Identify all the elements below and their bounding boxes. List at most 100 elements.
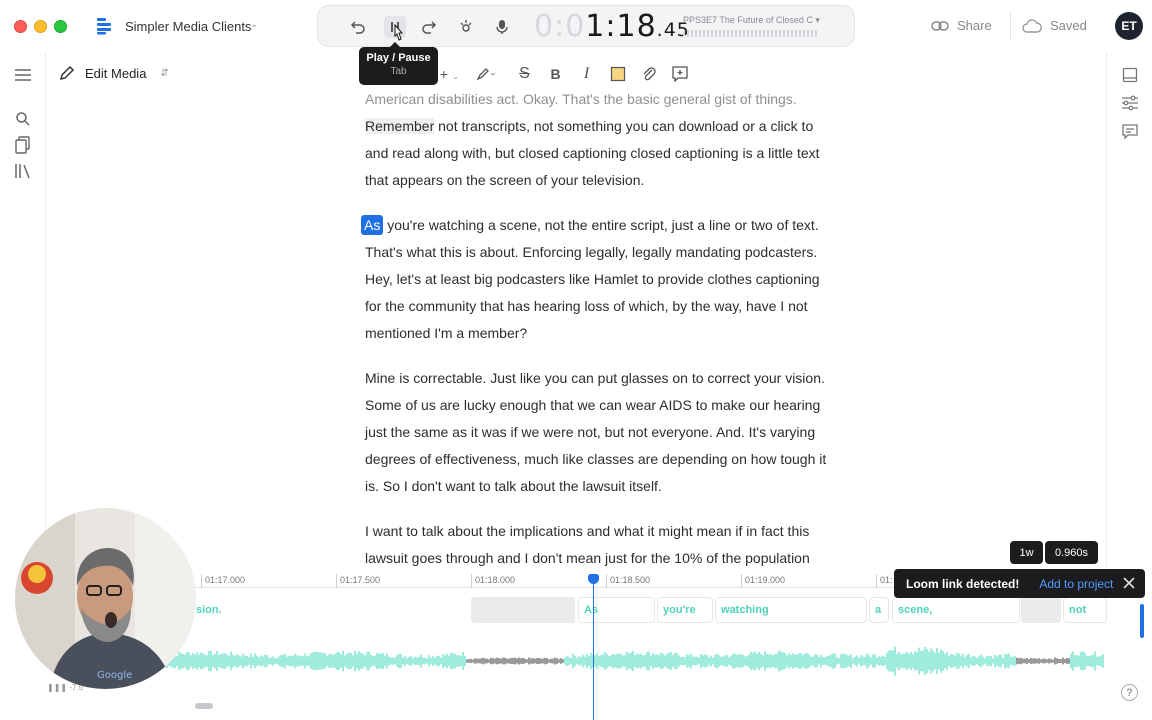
title-bar: Simpler Media Clients ⌄ 0:01:18.45 PPS3E… — [0, 0, 1152, 52]
toast-message: Loom link detected! — [906, 576, 1020, 591]
transcript-line: that appears on the screen of your telev… — [365, 172, 645, 188]
scrollbar-thumb[interactable] — [195, 703, 213, 709]
ruler-tick: 01:17.500 — [336, 574, 380, 588]
close-icon[interactable] — [1122, 576, 1136, 590]
descript-logo-icon — [97, 18, 111, 35]
divider — [1010, 12, 1011, 40]
transcript-line: I want to talk about the implications an… — [365, 523, 810, 539]
word-clip[interactable]: you're — [657, 597, 713, 623]
highlight-icon — [610, 66, 625, 82]
word-track[interactable]: sion. As you're watching a scene, not — [45, 597, 1107, 623]
word-gap-chip[interactable]: 1w — [1010, 541, 1043, 564]
insert-button[interactable]: + ⌄ — [434, 62, 465, 86]
help-button[interactable]: ? — [1121, 684, 1138, 701]
user-avatar[interactable]: ET — [1115, 12, 1143, 40]
project-files-button[interactable] — [12, 134, 34, 156]
transcript-line: mentioned I'm a member? — [365, 325, 528, 341]
duration-chip[interactable]: 0.960s — [1045, 541, 1098, 564]
minimize-window-button[interactable] — [34, 20, 47, 33]
word-clip[interactable]: watching — [715, 597, 867, 623]
microphone-icon — [496, 20, 508, 34]
pencil-icon — [59, 65, 75, 81]
caret-down-icon: ▾ — [815, 15, 820, 25]
add-to-project-button[interactable]: Add to project — [1039, 577, 1113, 591]
format-toolbar: + ⌄ S B I — [434, 62, 695, 86]
share-button[interactable]: Share — [931, 18, 992, 33]
transcript-line: Mine is correctable. Just like you can p… — [365, 370, 825, 386]
paragraph[interactable]: Mine is correctable. Just like you can p… — [365, 365, 835, 500]
italic-button[interactable]: I — [571, 62, 602, 86]
ruler-tick: 01:19.000 — [741, 574, 785, 588]
volume-icon: ❚❚❚ — [47, 683, 68, 692]
edit-media-label: Edit Media — [85, 65, 147, 81]
gap-clip[interactable] — [1021, 597, 1061, 623]
link-button[interactable] — [633, 62, 664, 86]
audio-waveform[interactable] — [165, 646, 1105, 676]
paragraph[interactable]: American disabilities act. Okay. That's … — [365, 86, 835, 194]
strikethrough-button[interactable]: S — [509, 62, 540, 86]
fast-forward-icon — [422, 21, 437, 34]
record-button[interactable] — [491, 16, 513, 38]
search-button[interactable] — [12, 108, 34, 130]
close-window-button[interactable] — [14, 20, 27, 33]
chevron-down-icon[interactable]: ⌄ — [250, 19, 258, 30]
edit-media-dropdown[interactable]: Edit Media ⇵ — [59, 65, 169, 81]
plus-icon: + ⌄ — [439, 66, 460, 82]
transcript-line: not transcripts, not something you can d… — [434, 118, 814, 134]
ruler-tick: 01:17.000 — [201, 574, 245, 588]
rewind-icon — [350, 21, 365, 34]
app-window: Simpler Media Clients ⌄ 0:01:18.45 PPS3E… — [0, 0, 1152, 720]
word-clip[interactable]: a — [869, 597, 889, 623]
loom-toast: Loom link detected! Add to project — [894, 569, 1145, 598]
effects-button[interactable] — [455, 16, 477, 38]
sliders-icon — [1122, 95, 1138, 111]
updown-chevron-icon: ⇵ — [160, 67, 169, 79]
adjustments-button[interactable] — [1119, 92, 1141, 114]
help-icon: ? — [1126, 686, 1133, 699]
word-clip[interactable]: scene, — [892, 597, 1020, 623]
ruler-tick: 01: — [876, 574, 893, 588]
properties-panel-button[interactable] — [1119, 64, 1141, 86]
comment-button[interactable] — [664, 62, 695, 86]
skip-forward-button[interactable] — [418, 16, 440, 38]
transcript-line: for the community that has hearing loss … — [365, 298, 808, 314]
play-pause-tooltip: Play / Pause Tab — [359, 42, 438, 85]
transcript-line: you're watching a scene, not the entire … — [383, 217, 819, 233]
highlight-button[interactable] — [602, 62, 633, 86]
svg-text:Google: Google — [97, 670, 132, 681]
current-word[interactable]: As — [361, 215, 384, 235]
library-button[interactable] — [12, 160, 34, 182]
word-clip[interactable]: As — [578, 597, 655, 623]
add-comment-icon — [671, 66, 688, 82]
horizontal-scrollbar[interactable] — [45, 698, 1107, 712]
library-icon — [15, 164, 30, 179]
paragraph[interactable]: I want to talk about the implications an… — [365, 518, 835, 572]
tools-button[interactable] — [465, 62, 509, 86]
bold-icon: B — [550, 66, 561, 82]
project-name[interactable]: Simpler Media Clients — [125, 19, 251, 34]
track-scroll-indicator[interactable] — [1140, 604, 1144, 638]
paragraph[interactable]: As you're watching a scene, not the enti… — [361, 212, 835, 347]
transcript-line: American disabilities act. Okay. That's … — [365, 91, 797, 107]
strikethrough-icon: S — [519, 65, 530, 82]
skip-back-button[interactable] — [347, 16, 369, 38]
pen-tool-icon — [476, 68, 496, 81]
menu-button[interactable] — [12, 64, 34, 86]
comments-button[interactable] — [1119, 121, 1141, 143]
cloud-icon — [1022, 18, 1042, 33]
composition-selector[interactable]: PPS3E7 The Future of Closed C ▾ — [683, 15, 823, 26]
highlighted-word[interactable]: Remember — [365, 118, 435, 134]
word-clip[interactable]: sion. — [190, 597, 470, 623]
transcript-body[interactable]: American disabilities act. Okay. That's … — [361, 86, 835, 590]
saved-status[interactable]: Saved — [1022, 18, 1087, 33]
bold-button[interactable]: B — [540, 62, 571, 86]
zoom-window-button[interactable] — [54, 20, 67, 33]
webcam-bubble[interactable]: Google — [15, 508, 196, 689]
gap-clip[interactable] — [471, 597, 575, 623]
audio-level-meter — [683, 30, 819, 37]
search-icon — [16, 112, 30, 126]
word-clip[interactable]: not — [1063, 597, 1107, 623]
transcript-line: Hey, let's at least big podcasters like … — [365, 271, 820, 287]
transcript-line: degrees of effectiveness, much like clas… — [365, 451, 827, 467]
paperclip-icon — [643, 67, 656, 81]
